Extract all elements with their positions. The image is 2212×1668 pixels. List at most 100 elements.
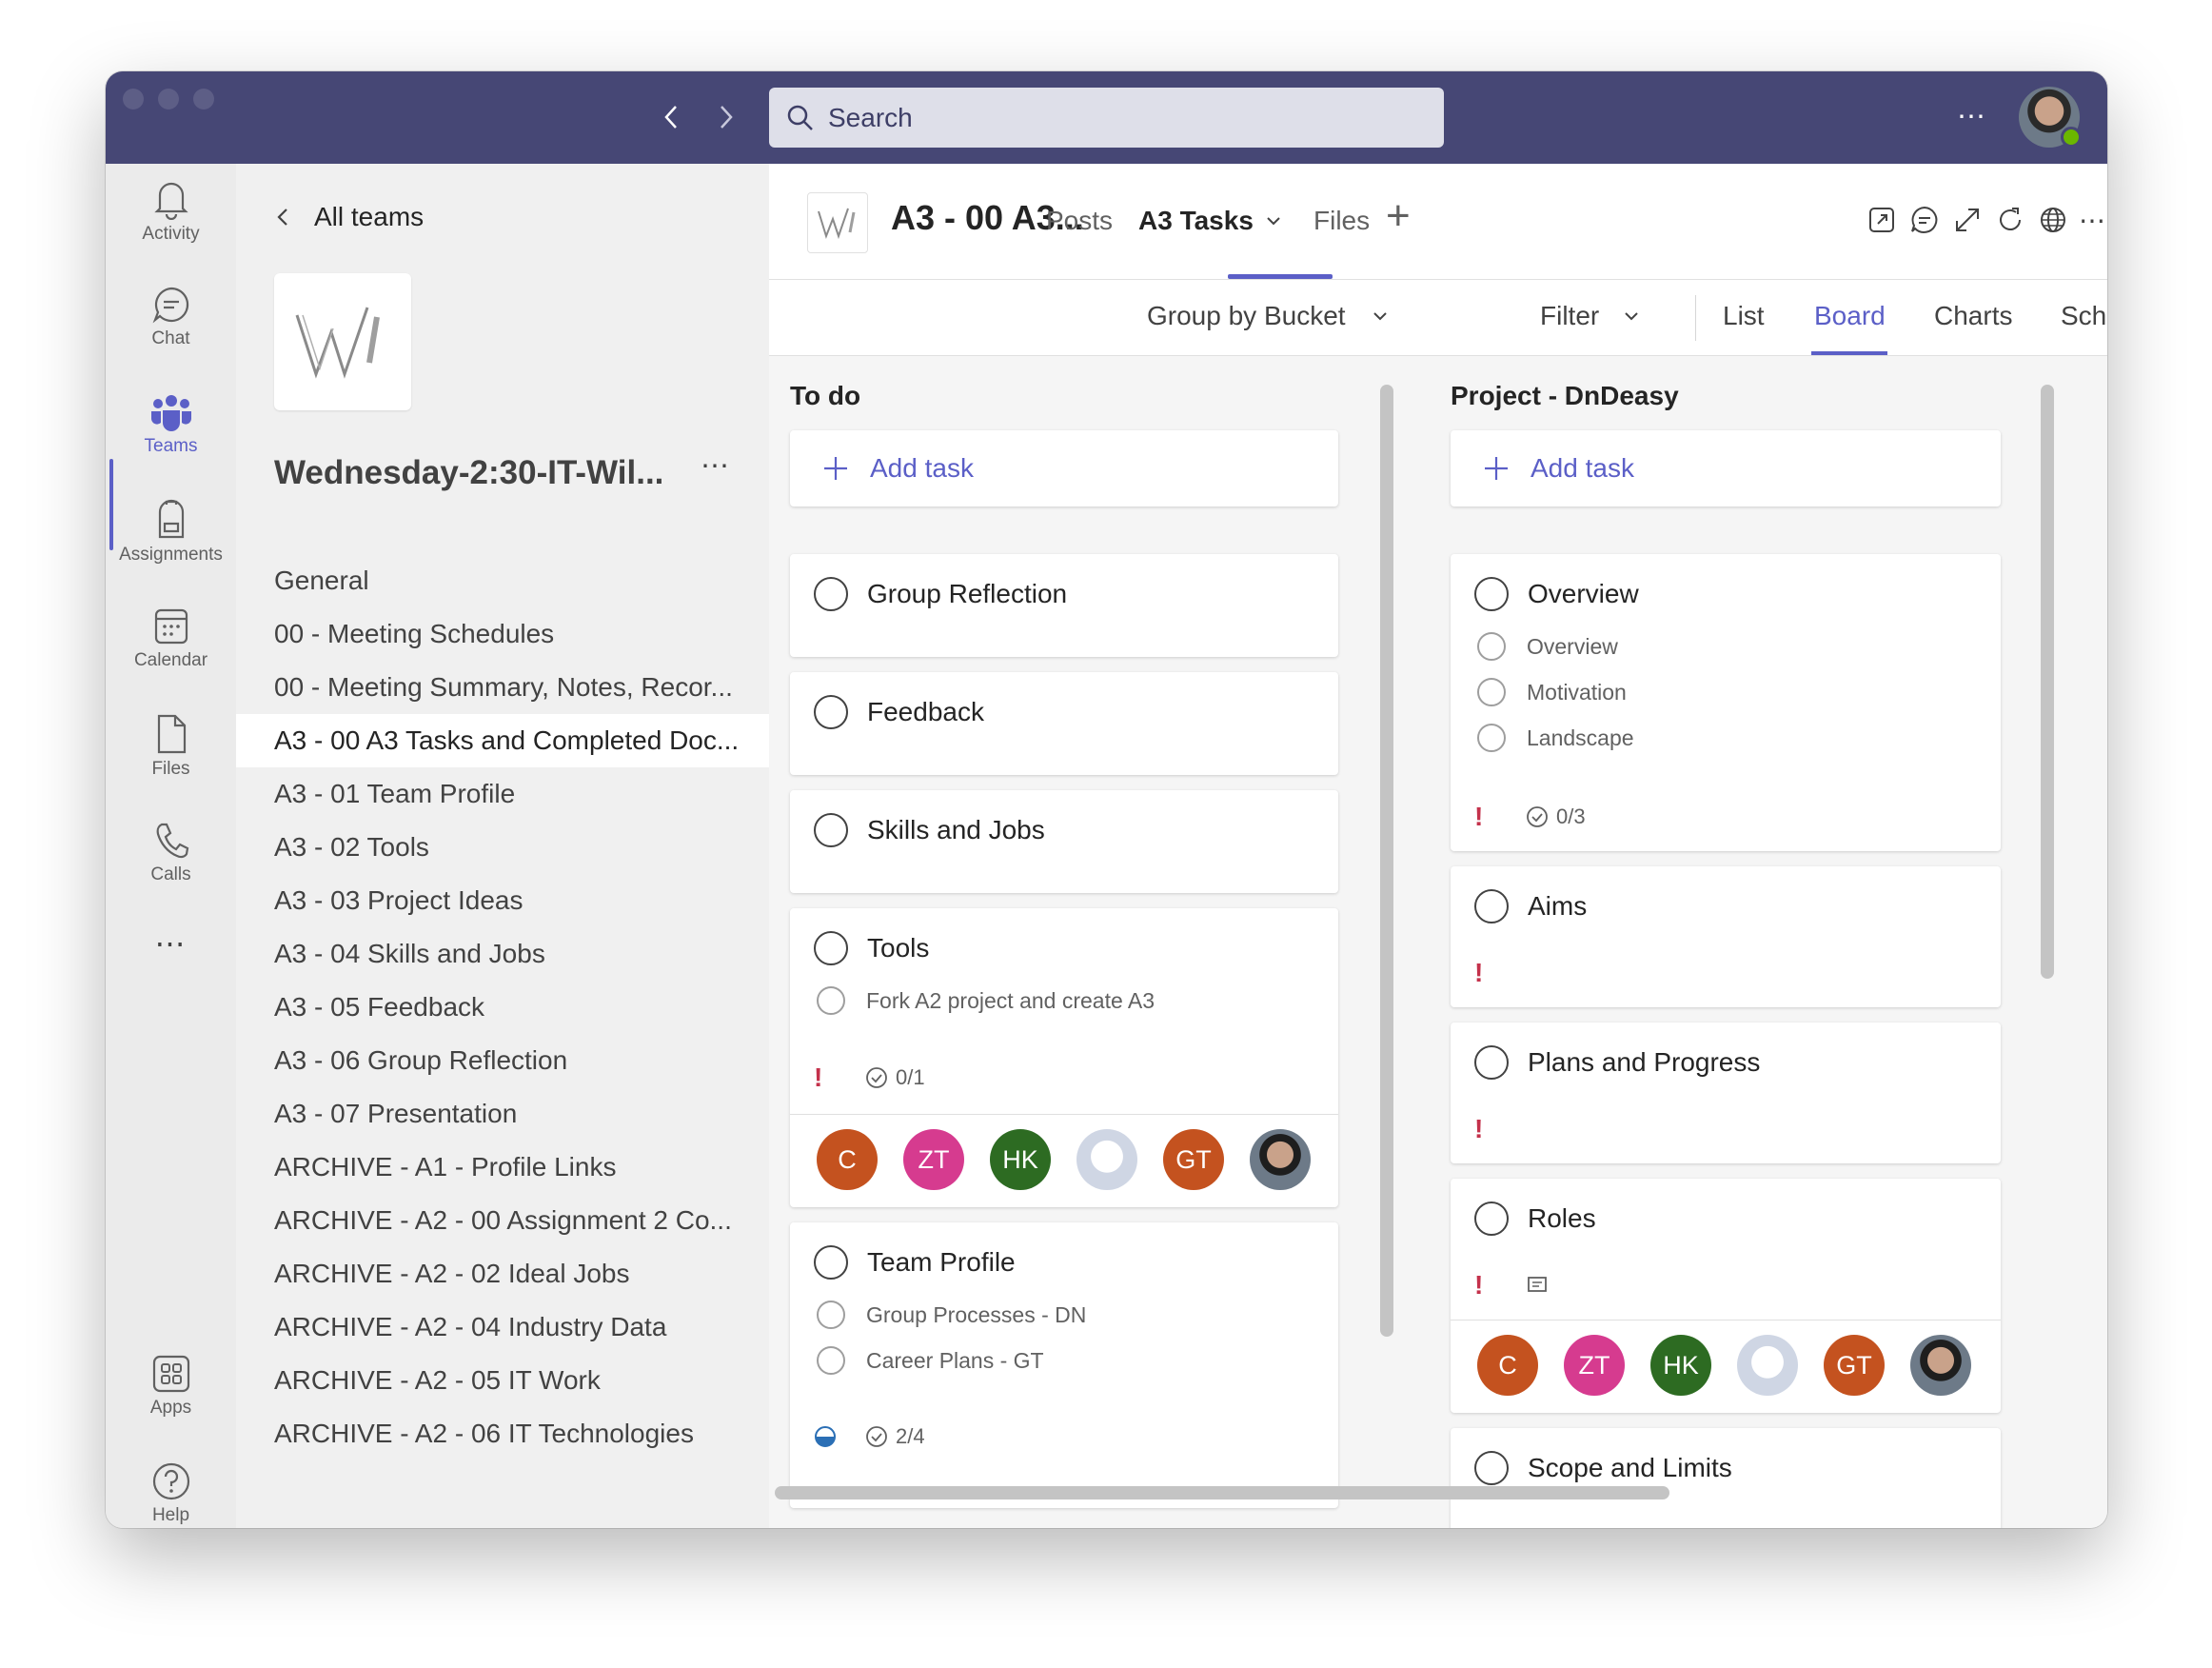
- assignee-avatar[interactable]: HK: [990, 1129, 1051, 1190]
- more-options-icon[interactable]: ⋯: [1957, 100, 1987, 133]
- team-more-options-icon[interactable]: ⋯: [701, 449, 731, 483]
- rail-activity[interactable]: Activity: [106, 178, 236, 273]
- complete-task-checkbox[interactable]: [814, 695, 848, 729]
- channel-item[interactable]: ARCHIVE - A2 - 04 Industry Data: [236, 1301, 769, 1354]
- channel-item[interactable]: A3 - 05 Feedback: [236, 981, 769, 1034]
- channel-item[interactable]: ARCHIVE - A1 - Profile Links: [236, 1141, 769, 1194]
- assignee-list: C ZT HK GT: [1477, 1335, 1997, 1396]
- rail-apps[interactable]: Apps: [106, 1354, 236, 1449]
- complete-task-checkbox[interactable]: [814, 931, 848, 965]
- rail-files[interactable]: Files: [106, 713, 236, 808]
- task-card[interactable]: Aims !: [1451, 866, 2001, 1007]
- task-card[interactable]: Overview Overview Motivation Landscape !…: [1451, 554, 2001, 851]
- subtask-checkbox[interactable]: [817, 1346, 845, 1375]
- task-card[interactable]: Scope and Limits: [1451, 1428, 2001, 1528]
- back-arrow-icon[interactable]: [654, 100, 688, 134]
- add-tab-button[interactable]: +: [1386, 192, 1411, 240]
- complete-task-checkbox[interactable]: [814, 813, 848, 847]
- task-card[interactable]: Plans and Progress !: [1451, 1023, 2001, 1163]
- channel-item[interactable]: ARCHIVE - A2 - 00 Assignment 2 Co...: [236, 1194, 769, 1247]
- channel-item[interactable]: 00 - Meeting Summary, Notes, Recor...: [236, 661, 769, 714]
- close-window-button[interactable]: [123, 89, 144, 109]
- complete-task-checkbox[interactable]: [814, 1245, 848, 1280]
- more-apps-icon[interactable]: ⋯: [106, 925, 236, 1021]
- complete-task-checkbox[interactable]: [814, 577, 848, 611]
- complete-task-checkbox[interactable]: [1474, 1045, 1509, 1080]
- zoom-window-button[interactable]: [193, 89, 214, 109]
- tab-a3-tasks[interactable]: A3 Tasks: [1138, 206, 1282, 236]
- channel-item[interactable]: A3 - 02 Tools: [236, 821, 769, 874]
- help-icon: [152, 1462, 189, 1500]
- task-card[interactable]: Feedback: [790, 672, 1338, 775]
- channel-item[interactable]: ARCHIVE - A2 - 02 Ideal Jobs: [236, 1247, 769, 1301]
- channel-item[interactable]: 00 - Meeting Schedules: [236, 607, 769, 661]
- complete-task-checkbox[interactable]: [1474, 1451, 1509, 1485]
- view-list[interactable]: List: [1723, 301, 1765, 331]
- channel-item[interactable]: A3 - 06 Group Reflection: [236, 1034, 769, 1087]
- add-task-button[interactable]: Add task: [1451, 430, 2001, 506]
- assignee-avatar-photo[interactable]: [1250, 1129, 1311, 1190]
- complete-task-checkbox[interactable]: [1474, 889, 1509, 923]
- filter-dropdown[interactable]: Filter: [1540, 301, 1639, 331]
- view-charts[interactable]: Charts: [1934, 301, 2012, 331]
- tab-posts[interactable]: Posts: [1046, 206, 1113, 236]
- channel-item[interactable]: General: [236, 554, 769, 607]
- assignee-avatar-photo[interactable]: [1910, 1335, 1971, 1396]
- board-horizontal-scrollbar[interactable]: [775, 1486, 1669, 1499]
- assignee-avatar[interactable]: GT: [1824, 1335, 1885, 1396]
- subtask-checkbox[interactable]: [817, 1301, 845, 1329]
- assignee-avatar-photo[interactable]: [1076, 1129, 1137, 1190]
- assignee-avatar[interactable]: HK: [1650, 1335, 1711, 1396]
- group-by-dropdown[interactable]: Group by Bucket: [1147, 301, 1388, 331]
- task-card[interactable]: Roles ! C ZT HK GT: [1451, 1179, 2001, 1413]
- channel-item[interactable]: ARCHIVE - A2 - 05 IT Work: [236, 1354, 769, 1407]
- add-task-button[interactable]: Add task: [790, 430, 1338, 506]
- rail-help[interactable]: Help: [106, 1461, 236, 1528]
- assignee-avatar[interactable]: GT: [1163, 1129, 1224, 1190]
- tab-files[interactable]: Files: [1313, 206, 1370, 236]
- all-teams-link[interactable]: All teams: [274, 202, 424, 232]
- assignee-avatar[interactable]: C: [1477, 1335, 1538, 1396]
- search-input[interactable]: Search: [769, 88, 1444, 148]
- popout-icon[interactable]: [1864, 202, 1900, 238]
- rail-teams[interactable]: Teams: [106, 392, 236, 487]
- bucket-scrollbar[interactable]: [2041, 385, 2054, 979]
- subtask-checkbox[interactable]: [1477, 724, 1506, 752]
- expand-icon[interactable]: [1949, 202, 1985, 238]
- globe-icon[interactable]: [2035, 202, 2071, 238]
- rail-calendar[interactable]: Calendar: [106, 606, 236, 702]
- complete-task-checkbox[interactable]: [1474, 1201, 1509, 1236]
- conversation-icon[interactable]: [1906, 202, 1943, 238]
- task-card[interactable]: Skills and Jobs: [790, 790, 1338, 893]
- checklist-icon: [1527, 806, 1548, 827]
- bucket-scrollbar[interactable]: [1380, 385, 1393, 1337]
- task-card[interactable]: Group Reflection: [790, 554, 1338, 657]
- rail-label: Assignments: [119, 545, 223, 565]
- minimize-window-button[interactable]: [158, 89, 179, 109]
- header-more-icon[interactable]: ⋯: [2075, 202, 2107, 238]
- complete-task-checkbox[interactable]: [1474, 577, 1509, 611]
- channel-item[interactable]: ARCHIVE - A2 - 06 IT Technologies: [236, 1407, 769, 1460]
- refresh-icon[interactable]: [1992, 202, 2028, 238]
- assignee-avatar[interactable]: C: [817, 1129, 878, 1190]
- subtask-checkbox[interactable]: [1477, 632, 1506, 661]
- view-schedule[interactable]: Schedule: [2061, 301, 2107, 331]
- forward-arrow-icon[interactable]: [709, 100, 743, 134]
- assignee-avatar[interactable]: ZT: [1564, 1335, 1625, 1396]
- channel-item[interactable]: A3 - 04 Skills and Jobs: [236, 927, 769, 981]
- rail-chat[interactable]: Chat: [106, 285, 236, 380]
- channel-item[interactable]: A3 - 07 Presentation: [236, 1087, 769, 1141]
- assignee-avatar-photo[interactable]: [1737, 1335, 1798, 1396]
- channel-item[interactable]: A3 - 03 Project Ideas: [236, 874, 769, 927]
- channel-item-selected[interactable]: A3 - 00 A3 Tasks and Completed Doc...: [236, 714, 769, 767]
- rail-assignments[interactable]: Assignments: [106, 499, 236, 594]
- planner-toolbar: Group by Bucket Filter List Board Charts…: [769, 280, 2107, 356]
- task-card[interactable]: Team Profile Group Processes - DN Career…: [790, 1222, 1338, 1508]
- channel-item[interactable]: A3 - 01 Team Profile: [236, 767, 769, 821]
- view-board[interactable]: Board: [1814, 301, 1886, 331]
- task-card[interactable]: Tools Fork A2 project and create A3 ! 0/…: [790, 908, 1338, 1207]
- rail-calls[interactable]: Calls: [106, 821, 236, 916]
- assignee-avatar[interactable]: ZT: [903, 1129, 964, 1190]
- subtask-checkbox[interactable]: [1477, 678, 1506, 706]
- subtask-checkbox[interactable]: [817, 986, 845, 1015]
